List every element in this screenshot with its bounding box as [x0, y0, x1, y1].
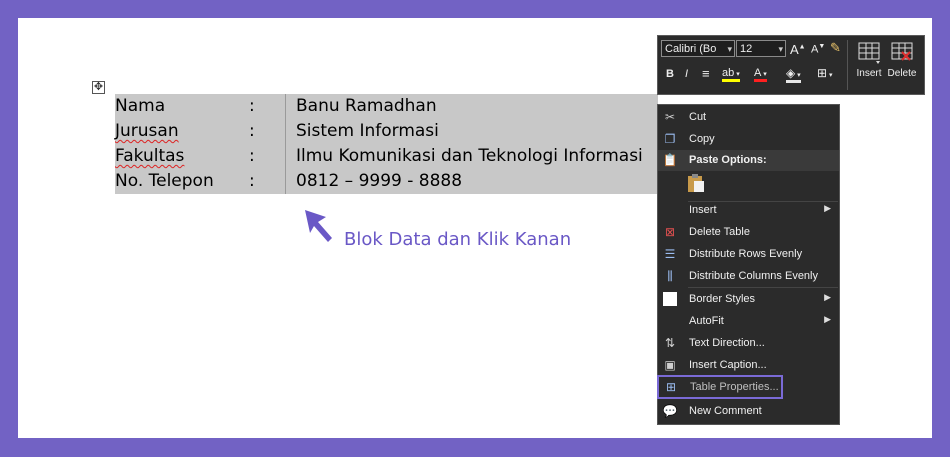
copy-icon: ❐: [664, 132, 676, 146]
delete-table-icon: ⊠: [664, 225, 676, 239]
chevron-down-icon[interactable]: ▾: [727, 41, 732, 56]
pointer-arrow-icon: [305, 210, 332, 242]
row-separator: :: [249, 96, 255, 116]
table-row[interactable]: Fakultas : Ilmu Komunikasi dan Teknologi…: [115, 144, 658, 169]
border-styles-icon: [662, 292, 678, 307]
menu-item-text-direction[interactable]: ⇅ Text Direction...: [658, 333, 839, 354]
menu-item-insert[interactable]: Insert ▶: [658, 200, 839, 221]
highlight-icon: ab: [722, 67, 735, 79]
text-direction-icon: ⇅: [664, 336, 676, 350]
font-name-value: Calibri (Bo: [665, 43, 717, 55]
row-label: No. Telepon: [115, 171, 214, 191]
menu-item-label: New Comment: [689, 405, 762, 417]
submenu-arrow-icon: ▶: [824, 314, 831, 324]
row-separator: :: [249, 171, 255, 191]
align-center-icon[interactable]: ≡: [702, 66, 710, 81]
delete-button[interactable]: Delete: [882, 41, 922, 91]
menu-item-label: Copy: [689, 133, 715, 145]
menu-item-distribute-rows[interactable]: ☰ Distribute Rows Evenly: [658, 244, 839, 265]
font-size-value: 12: [740, 43, 753, 55]
chevron-down-icon[interactable]: ▾: [778, 41, 783, 56]
grow-font-icon: A: [790, 42, 799, 57]
shrink-font-button[interactable]: A▼: [811, 43, 825, 56]
row-label: Nama: [115, 96, 166, 116]
scissors-icon: ✂: [664, 110, 676, 124]
borders-icon: ⊞: [817, 66, 828, 80]
row-value: Sistem Informasi: [296, 121, 439, 141]
menu-item-insert-caption[interactable]: ▣ Insert Caption...: [658, 355, 839, 376]
submenu-arrow-icon: ▶: [824, 203, 831, 213]
menu-item-border-styles[interactable]: Border Styles ▶: [658, 289, 839, 310]
menu-item-label: Distribute Rows Evenly: [689, 248, 803, 260]
highlight-button[interactable]: ab ▾: [722, 67, 740, 82]
menu-item-label: Paste Options:: [689, 154, 767, 166]
format-painter-icon[interactable]: ✎: [830, 40, 841, 56]
menu-item-label: Text Direction...: [689, 337, 765, 349]
context-menu: ✂ Cut ❐ Copy 📋 Paste Options: Insert ▶ ⊠…: [657, 104, 840, 425]
menu-item-label: Distribute Columns Evenly: [689, 270, 818, 282]
new-comment-icon: 💬: [662, 404, 678, 418]
menu-item-distribute-columns[interactable]: ⫼ Distribute Columns Evenly: [658, 266, 839, 287]
menu-item-label: Delete Table: [689, 226, 750, 238]
menu-item-new-comment[interactable]: 💬 New Comment: [658, 401, 839, 422]
delete-label: Delete: [887, 68, 917, 79]
menu-item-cut[interactable]: ✂ Cut: [658, 107, 839, 128]
italic-button[interactable]: I: [685, 68, 688, 80]
row-separator: :: [249, 121, 255, 141]
row-value: Banu Ramadhan: [296, 96, 437, 116]
row-separator: :: [249, 146, 255, 166]
clipboard-icon: 📋: [662, 153, 678, 167]
shading-button[interactable]: ◈ ▾: [786, 66, 801, 83]
menu-item-label: Table Properties...: [690, 381, 779, 393]
bold-button[interactable]: B: [666, 68, 674, 80]
table-row[interactable]: Nama : Banu Ramadhan: [115, 94, 658, 119]
font-name-box[interactable]: Calibri (Bo ▾: [661, 40, 735, 57]
row-label: Jurusan: [115, 121, 179, 141]
distribute-rows-icon: ☰: [664, 247, 676, 261]
menu-item-label: Insert Caption...: [689, 359, 767, 371]
font-size-box[interactable]: 12 ▾: [736, 40, 786, 57]
menu-header-paste-options: 📋 Paste Options:: [658, 150, 839, 171]
insert-table-icon: [858, 42, 880, 64]
table-properties-icon: ⊞: [665, 380, 677, 394]
grow-font-button[interactable]: A▲: [790, 42, 806, 57]
delete-table-icon: [891, 42, 913, 61]
table-row[interactable]: Jurusan : Sistem Informasi: [115, 119, 658, 144]
shading-icon: ◈: [786, 66, 796, 80]
mini-toolbar: Calibri (Bo ▾ 12 ▾ A▲ A▼ ✎ B I ≡ ab ▾ A …: [657, 35, 925, 95]
menu-divider: [688, 287, 838, 288]
menu-item-label: AutoFit: [689, 315, 724, 327]
font-color-button[interactable]: A ▾: [754, 67, 767, 82]
borders-button[interactable]: ⊞ ▾: [817, 66, 833, 80]
selected-table[interactable]: Nama : Banu Ramadhan Jurusan : Sistem In…: [115, 94, 658, 194]
menu-item-autofit[interactable]: AutoFit ▶: [658, 311, 839, 332]
menu-item-table-properties[interactable]: ⊞ Table Properties...: [657, 375, 783, 399]
menu-item-label: Insert: [689, 204, 717, 216]
row-value: 0812 – 9999 - 8888: [296, 171, 463, 191]
row-label: Fakultas: [115, 146, 185, 166]
menu-item-label: Border Styles: [689, 293, 756, 305]
toolbar-divider: [847, 40, 848, 90]
row-value: Ilmu Komunikasi dan Teknologi Informasi: [296, 146, 643, 166]
table-move-handle-icon[interactable]: ✥: [92, 81, 105, 94]
table-row[interactable]: No. Telepon : 0812 – 9999 - 8888: [115, 169, 658, 194]
menu-item-delete-table[interactable]: ⊠ Delete Table: [658, 222, 839, 243]
menu-item-label: Cut: [689, 111, 707, 123]
insert-caption-icon: ▣: [664, 358, 676, 372]
submenu-arrow-icon: ▶: [824, 292, 831, 302]
distribute-columns-icon: ⫼: [667, 269, 673, 283]
annotation-text: Blok Data dan Klik Kanan: [344, 229, 572, 250]
paste-keep-formatting-icon[interactable]: [686, 173, 706, 193]
menu-item-copy[interactable]: ❐ Copy: [658, 129, 839, 150]
